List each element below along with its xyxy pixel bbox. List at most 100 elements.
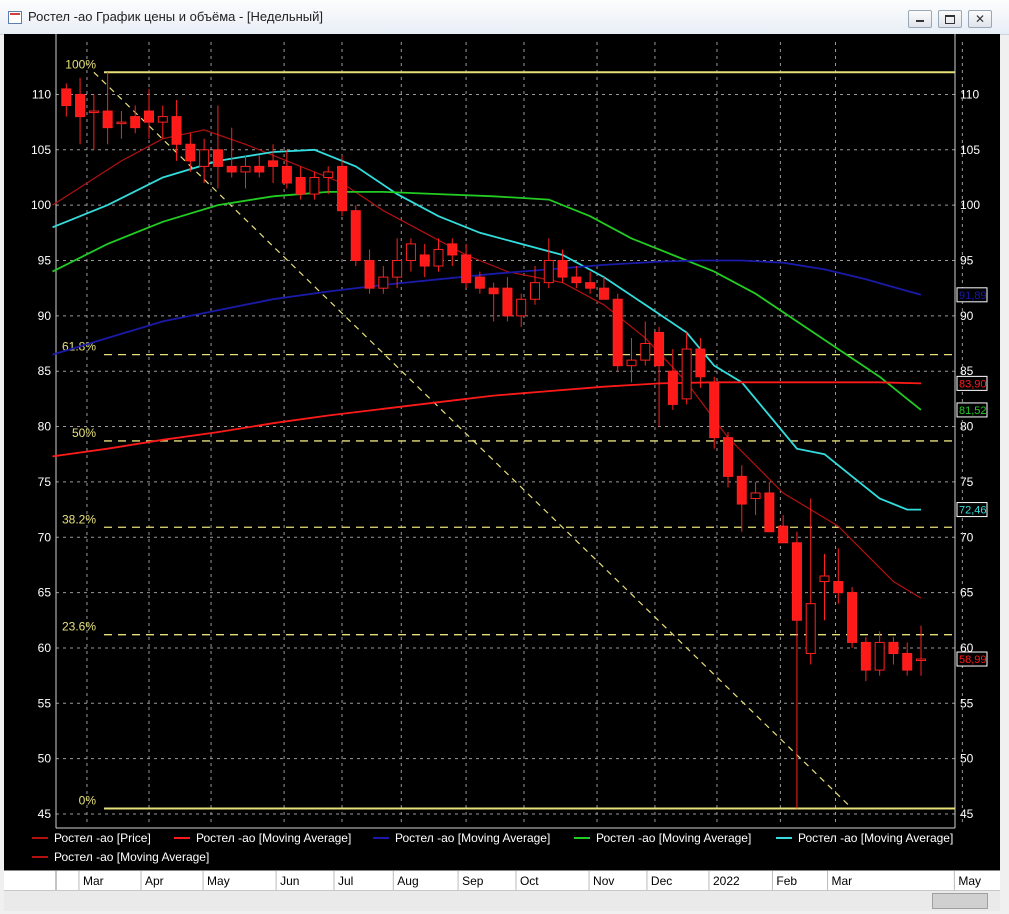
close-button[interactable]: ✕	[968, 10, 992, 28]
candle	[88, 94, 99, 150]
candle	[419, 243, 430, 278]
value-label-box: 83,90	[956, 375, 988, 391]
candle-body	[530, 282, 540, 300]
value-label-text: 81,52	[959, 405, 987, 417]
candle-body	[212, 149, 223, 167]
value-label-text: 83,90	[959, 378, 987, 390]
candle	[612, 293, 623, 372]
y-tick-label-left: 95	[38, 254, 52, 268]
x-tick-label: Apr	[145, 874, 164, 888]
minimize-icon	[916, 20, 924, 22]
legend-label: Ростел -ао [Price]	[54, 831, 151, 845]
candle-body	[433, 248, 444, 267]
candle	[268, 144, 279, 184]
minimize-button[interactable]	[908, 10, 932, 28]
maximize-button[interactable]	[938, 10, 962, 28]
candle-body	[874, 641, 885, 671]
x-tick-label: May	[207, 874, 230, 888]
y-tick-label-left: 45	[38, 807, 52, 821]
candle-body	[695, 348, 706, 378]
candle	[350, 205, 361, 267]
candle-body	[405, 243, 416, 262]
candle	[723, 432, 733, 488]
legend-label: Ростел -ао [Moving Average]	[798, 831, 953, 845]
moving-average-line	[52, 148, 921, 511]
candle	[888, 636, 899, 665]
value-label-text: 91,89	[959, 290, 987, 302]
candle-body	[502, 287, 513, 317]
x-tick-label: Mar	[832, 874, 853, 888]
candle	[433, 238, 444, 272]
legend-item: Ростел -ао [Moving Average]	[174, 831, 351, 845]
candle-body	[612, 298, 623, 367]
maximize-icon	[945, 15, 955, 24]
legend-label: Ростел -ао [Moving Average]	[196, 831, 351, 845]
y-tick-label-left: 60	[38, 641, 52, 655]
moving-average-line	[52, 381, 922, 458]
legend-item: Ростел -ао [Moving Average]	[373, 831, 550, 845]
fib-level-label: 23.6%	[62, 620, 96, 634]
candle-body	[281, 165, 292, 184]
candle-body	[736, 475, 747, 505]
candle	[860, 636, 871, 682]
legend-item: Ростел -ао [Moving Average]	[776, 831, 953, 845]
scrollbar-thumb[interactable]	[932, 893, 988, 909]
candle-body	[598, 287, 609, 300]
candle-body	[474, 276, 485, 289]
candle-body	[902, 652, 913, 671]
candle-body	[185, 143, 196, 162]
legend-label: Ростел -ао [Moving Average]	[395, 831, 550, 845]
y-tick-label-left: 65	[38, 586, 52, 600]
candle-body	[916, 658, 926, 662]
y-tick-label-left: 55	[38, 696, 52, 710]
x-tick-label: Mar	[83, 874, 104, 888]
candle	[764, 481, 775, 533]
x-tick-label: May	[958, 874, 981, 888]
candle	[392, 238, 403, 289]
candle	[226, 127, 237, 178]
candle	[144, 88, 154, 139]
candle-body	[571, 276, 582, 284]
y-tick-label-right: 100	[960, 198, 980, 212]
candle-body	[681, 348, 692, 400]
y-tick-label-left: 85	[38, 364, 52, 378]
y-tick-label-left: 105	[31, 143, 51, 157]
candle-body	[226, 165, 237, 173]
x-tick-label: Feb	[776, 874, 797, 888]
candle-body	[488, 287, 499, 295]
candle-body	[309, 176, 320, 195]
value-label-text: 72,46	[959, 505, 987, 517]
candle-body	[75, 93, 86, 118]
fib-level-label: 0%	[79, 793, 97, 807]
candle	[212, 105, 223, 189]
candle-body	[805, 603, 816, 654]
horizontal-scrollbar[interactable]	[4, 890, 1000, 911]
candle-body	[543, 260, 554, 284]
candle	[185, 133, 196, 172]
chart-area[interactable]: 110 110 105 105 100 100 95 95 90 90 85 85 80 80 75 75 70…	[4, 34, 1000, 870]
value-label-box: 58,99	[956, 651, 988, 667]
y-tick-label-left: 80	[38, 420, 52, 434]
candle-body	[461, 254, 472, 284]
legend-item: Ростел -ао [Price]	[32, 831, 151, 845]
candle	[530, 266, 540, 305]
candle-body	[791, 542, 802, 621]
candle	[626, 337, 637, 383]
candle	[667, 349, 678, 410]
candle-body	[130, 116, 141, 129]
candle-body	[778, 525, 789, 544]
candle-body	[640, 343, 651, 361]
y-tick-label-left: 50	[38, 752, 52, 766]
candle-body	[337, 165, 347, 212]
candle-body	[723, 437, 733, 477]
fib-level-label: 38.2%	[62, 512, 96, 526]
candle-body	[709, 381, 720, 439]
legend-item: Ростел -ао [Moving Average]	[574, 831, 751, 845]
y-tick-label-right: 105	[960, 143, 980, 157]
candle-body	[364, 260, 375, 289]
candle	[171, 99, 182, 161]
x-axis-bar: Mar Apr May Jun Jul Aug Sep Oct Nov Dec 2022 Feb Mar…	[4, 870, 1000, 891]
candle	[364, 249, 375, 294]
candle	[874, 631, 885, 676]
candle	[323, 166, 334, 195]
